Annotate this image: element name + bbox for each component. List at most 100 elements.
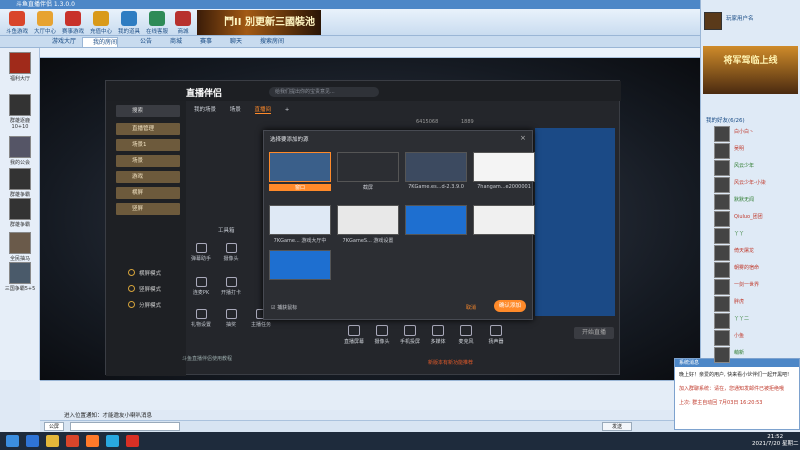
source-thumbnail[interactable]: [405, 205, 467, 235]
source-thumbnail[interactable]: [405, 152, 467, 182]
tab-shop[interactable]: 商城: [160, 37, 182, 47]
tab-notice[interactable]: 公告: [130, 37, 152, 47]
status-hint[interactable]: 新版本有新功能推荐: [428, 359, 473, 366]
app-search-input[interactable]: 给我们提出你的宝贵意见...: [269, 87, 379, 97]
friends-heading[interactable]: 我的好友(6/26): [706, 116, 745, 124]
toolbar-service-button[interactable]: 在线客服: [144, 11, 170, 35]
radio-landscape[interactable]: 横屏模式: [128, 269, 161, 277]
tool-gift[interactable]: 礼物设置: [186, 309, 216, 328]
radio-split[interactable]: 分屏模式: [128, 301, 161, 309]
tab-my-room[interactable]: 我的房间: [82, 37, 119, 47]
source-thumbnail[interactable]: [473, 205, 535, 235]
sidebar-item-war-2[interactable]: 群雄争霸: [2, 198, 38, 228]
browser-icon[interactable]: [26, 435, 39, 447]
chat-channel-select[interactable]: 公屏: [44, 422, 64, 431]
friend-row[interactable]: Qiuluo_团团: [714, 211, 794, 229]
friend-row[interactable]: 吴明: [714, 143, 794, 161]
source-thumbnail[interactable]: [269, 152, 331, 182]
scene-button-manage[interactable]: 直播管理: [116, 123, 180, 135]
friend-row[interactable]: 一剑一世界: [714, 279, 794, 297]
app-tab-scene[interactable]: 场景: [230, 107, 241, 113]
source-label: 窗口: [269, 184, 331, 191]
bottom-media-button[interactable]: 多媒体: [424, 325, 452, 345]
media-icon[interactable]: [126, 435, 139, 447]
friend-row[interactable]: 白小白丶: [714, 126, 794, 144]
tutorial-link[interactable]: 斗鱼直播伴侣使用教程: [182, 355, 232, 362]
start-icon[interactable]: [6, 435, 19, 447]
source-thumbnail[interactable]: [473, 152, 535, 182]
source-thumbnail[interactable]: [269, 250, 331, 280]
scene-button-game[interactable]: 游戏: [116, 171, 180, 183]
friend-name: 风云少年: [734, 163, 755, 169]
sidebar-item-horse[interactable]: 全民抽马: [2, 232, 38, 262]
sidebar-item-kingdom[interactable]: 三国争霸5+5: [2, 262, 38, 292]
friend-row[interactable]: 朝雾的宿命: [714, 262, 794, 280]
capture-mouse-checkbox[interactable]: ☑ 捕获鼠标: [271, 304, 297, 311]
toolbar-trophy-button[interactable]: 赛事游戏: [60, 11, 86, 35]
tool-pk[interactable]: 连麦PK: [186, 277, 216, 296]
scene-button-portrait[interactable]: 竖屏: [116, 203, 180, 215]
friend-row[interactable]: 风云少年-小柒: [714, 177, 794, 195]
toolbar-items-button[interactable]: 我的道具: [116, 11, 142, 35]
friend-row[interactable]: 小鱼: [714, 330, 794, 348]
chat-send-button[interactable]: 发送: [602, 422, 632, 431]
radio-portrait[interactable]: 竖屏模式: [128, 285, 161, 293]
toolbar-hall-button[interactable]: 大厅中心: [32, 11, 58, 35]
tool-checkin[interactable]: 开播打卡: [216, 277, 246, 296]
avatar: [714, 194, 730, 210]
promo-banner[interactable]: 鬥II 別更新三國裝池: [197, 10, 321, 35]
friend-row[interactable]: 默默无闻: [714, 194, 794, 212]
friend-name: 白小白丶: [734, 129, 755, 135]
tab-search-room[interactable]: 搜索房间: [250, 37, 284, 47]
scene-button-landscape[interactable]: 横屏: [116, 187, 180, 199]
toolbar-recharge-button[interactable]: 充值中心: [88, 11, 114, 35]
tool-camera[interactable]: 摄像头: [216, 243, 246, 262]
bottom-screen-button[interactable]: 直播屏幕: [340, 325, 368, 345]
chat-area: [40, 380, 700, 410]
app-tab-room[interactable]: 直播间: [254, 107, 272, 114]
source-thumbnail[interactable]: [269, 205, 331, 235]
toolbar-game-button[interactable]: 斗鱼游戏: [4, 11, 30, 35]
tab-chat[interactable]: 聊天: [220, 37, 242, 47]
stream-app-icon[interactable]: [86, 435, 99, 447]
bottom-speaker-button[interactable]: 扬声器: [482, 325, 510, 345]
tool-danmu[interactable]: 弹幕助手: [186, 243, 216, 262]
game-client-icon[interactable]: [66, 435, 79, 447]
go-live-button[interactable]: 开始直播: [574, 327, 614, 339]
tool-lottery[interactable]: 抽奖: [216, 309, 246, 328]
source-thumbnail[interactable]: [337, 205, 399, 235]
toolbar-shop-button[interactable]: 商城: [170, 11, 196, 35]
close-icon[interactable]: ×: [520, 134, 526, 142]
tab-lobby[interactable]: 游戏大厅: [42, 37, 76, 47]
friend-row[interactable]: 丫丫: [714, 228, 794, 246]
sidebar-item-battle[interactable]: 群雄逐鹿10+10: [2, 94, 38, 130]
sidebar-item-welfare[interactable]: 福利大厅: [2, 52, 38, 82]
bottom-phone-button[interactable]: 手机投屏: [396, 325, 424, 345]
right-ad-banner[interactable]: 将军驾临上线: [703, 46, 798, 94]
scene-button-1[interactable]: 场景1: [116, 139, 180, 151]
bottom-camera-button[interactable]: 摄像头: [368, 325, 396, 345]
friend-row[interactable]: 萌新: [714, 347, 794, 365]
source-thumbnail[interactable]: [337, 152, 399, 182]
chat-icon[interactable]: [106, 435, 119, 447]
app-tab-add[interactable]: +: [285, 107, 290, 113]
sidebar-item-war[interactable]: 群雄争霸: [2, 168, 38, 198]
dialog-title: 选择要添加的源: [270, 137, 309, 143]
shop-icon: [175, 11, 191, 26]
friend-row[interactable]: 倚天屠龙: [714, 245, 794, 263]
dialog-cancel-button[interactable]: 取消: [466, 304, 476, 311]
scene-button-2[interactable]: 场景: [116, 155, 180, 167]
sidebar-item-guild[interactable]: 我的公会: [2, 136, 38, 166]
friend-row[interactable]: 丫丫二: [714, 313, 794, 331]
folder-icon[interactable]: [46, 435, 59, 447]
friend-row[interactable]: 风云少年: [714, 160, 794, 178]
bottom-mic-button[interactable]: 麦克风: [452, 325, 480, 345]
app-tab-my-scene[interactable]: 我的场景: [194, 107, 216, 113]
tab-events[interactable]: 赛事: [190, 37, 212, 47]
friend-row[interactable]: 胖虎: [714, 296, 794, 314]
avatar: [714, 245, 730, 261]
dialog-confirm-button[interactable]: 确认添加: [494, 300, 526, 312]
avatar[interactable]: [704, 12, 722, 30]
chat-input[interactable]: [70, 422, 180, 431]
app-search-button[interactable]: 搜索: [116, 105, 180, 117]
